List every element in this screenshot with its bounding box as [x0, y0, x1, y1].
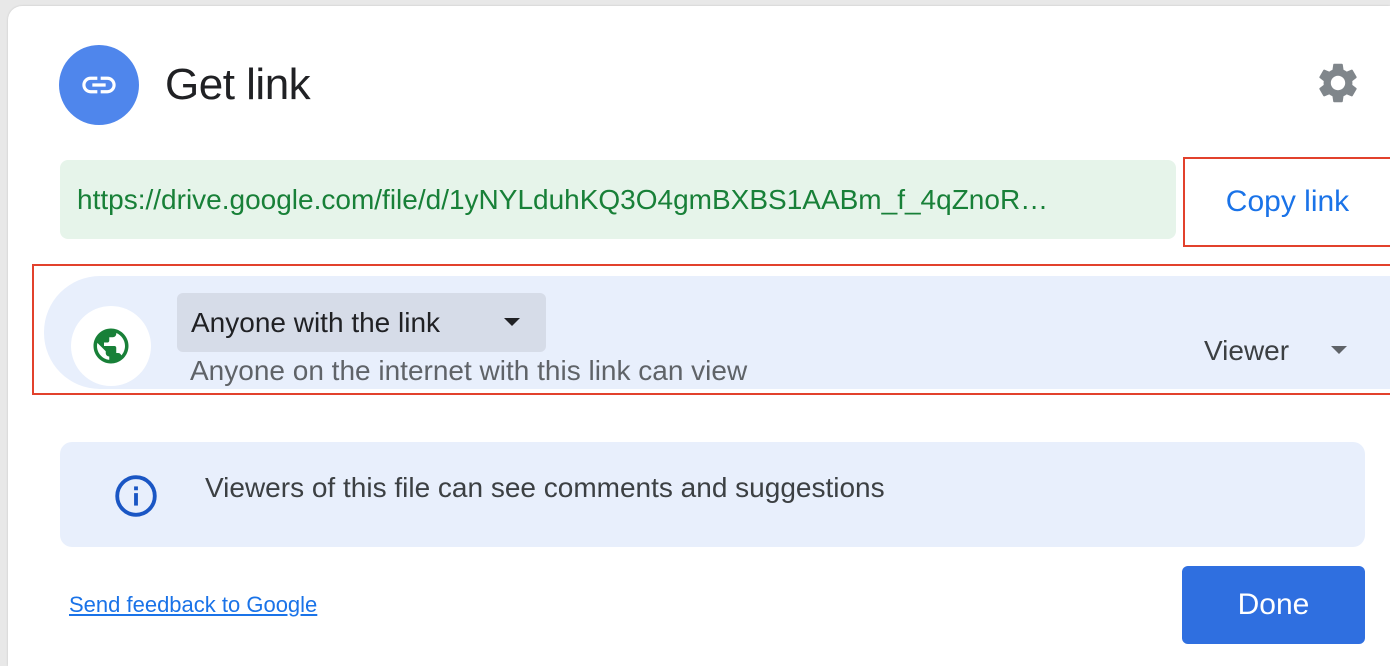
share-link-url: https://drive.google.com/file/d/1yNYLduh…	[77, 183, 1049, 215]
done-button[interactable]: Done	[1182, 566, 1365, 644]
get-link-dialog: Get link https://drive.google.com/file/d…	[8, 6, 1390, 666]
gear-icon[interactable]	[1313, 58, 1363, 108]
access-panel: Anyone with the link Anyone on the inter…	[44, 276, 1390, 389]
globe-icon	[71, 306, 151, 386]
info-text: Viewers of this file can see comments an…	[205, 472, 885, 503]
access-scope-label: Anyone with the link	[191, 306, 441, 338]
access-scope-description: Anyone on the internet with this link ca…	[190, 355, 748, 386]
general-access-row: Anyone with the link Anyone on the inter…	[32, 264, 1390, 395]
role-dropdown[interactable]: Viewer	[1204, 330, 1364, 372]
send-feedback-link[interactable]: Send feedback to Google	[69, 592, 317, 618]
role-label: Viewer	[1204, 335, 1290, 366]
caret-down-icon	[1331, 346, 1347, 354]
caret-down-icon	[504, 318, 520, 326]
dialog-title: Get link	[165, 60, 311, 109]
access-scope-dropdown[interactable]: Anyone with the link	[177, 293, 546, 352]
copy-link-button[interactable]: Copy link	[1183, 157, 1390, 247]
link-icon	[59, 45, 139, 125]
share-link-field[interactable]: https://drive.google.com/file/d/1yNYLduh…	[60, 160, 1176, 239]
info-icon	[113, 473, 159, 519]
info-banner: Viewers of this file can see comments an…	[60, 442, 1365, 547]
